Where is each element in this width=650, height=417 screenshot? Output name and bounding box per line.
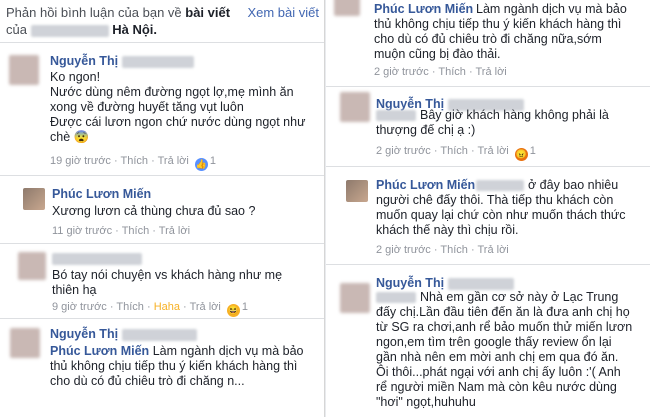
blurred-surname [121,55,194,68]
divider [0,42,324,43]
reply-button[interactable]: Trả lời [477,145,508,157]
reply-button[interactable]: Trả lời [475,66,506,78]
like-button[interactable]: Thích [122,225,150,237]
like-button[interactable]: Thích [440,145,468,157]
comment-text: Phúc Lươn Miến Làm ngành dịch vụ mà bảo … [50,344,304,388]
location-name: Hà Nội. [112,22,158,37]
timestamp[interactable]: 19 giờ trước [50,155,111,167]
mentioned-page[interactable]: Phúc Lươn Miến [50,344,149,358]
comment-meta: 2 giờ trước · Thích · Trả lời [374,66,507,78]
like-button[interactable]: Thích [116,301,144,313]
blurred-page-name [30,24,109,37]
timestamp[interactable]: 2 giờ trước [374,66,429,78]
like-reaction-icon[interactable]: 👍 [194,158,208,171]
post-link[interactable]: bài viết [185,5,230,20]
comment-meta: 11 giờ trước · Thích · Trả lời [52,225,191,237]
commenter-name[interactable]: Phúc Lươn Miến [52,187,151,201]
blurred-mention [376,292,416,304]
timestamp[interactable]: 9 giờ trước [52,301,107,313]
timestamp[interactable]: 2 giờ trước [376,244,431,256]
timestamp[interactable]: 11 giờ trước [52,225,112,237]
commenter-name[interactable]: Nguyễn Thị [50,327,197,341]
comment-text: Xương lươn cả thùng chưa đủ sao ? [52,204,256,218]
avatar[interactable] [334,0,360,16]
comment-meta: 19 giờ trước · Thích · Trả lời 👍 1 [50,155,217,171]
like-button[interactable]: Thích [121,155,149,167]
see-post-link[interactable]: Xem bài viết [247,4,319,21]
blurred-surname [121,328,197,341]
comment-text-cont: thủ không chịu tiếp thu ý kiến khách hàn… [374,17,622,61]
avatar[interactable] [340,283,370,313]
comment-text: Bây giờ khách hàng không phải là thượng … [376,108,609,137]
avatar[interactable] [18,252,46,280]
like-button[interactable]: Thích [438,66,466,78]
header-prefix: Phản hồi bình luận của bạn về [6,5,182,20]
comment-text: Làm ngành dịch vụ mà bảo [476,2,627,16]
header-of: của [6,22,27,37]
blurred-surname [447,277,514,290]
comment-text: Bó tay nói chuyện vs khách hàng như mẹ t… [52,268,283,297]
reaction-count: 1 [529,145,536,157]
avatar[interactable] [9,55,39,85]
divider [326,166,650,167]
divider [326,86,650,87]
commenter-name[interactable] [52,251,142,265]
commenter-name[interactable]: Nguyễn Thị [376,276,514,290]
notification-header: Phản hồi bình luận của bạn về bài viết c… [6,4,321,38]
divider [326,264,650,265]
comment-meta: 2 giờ trước · Thích · Trả lời 😠 1 [376,145,536,161]
left-notification-panel: Phản hồi bình luận của bạn về bài viết c… [0,0,325,417]
divider [0,175,324,176]
reaction-count: 1 [241,301,248,313]
like-button[interactable]: Thích [440,244,468,256]
comment-meta: 2 giờ trước · Thích · Trả lời [376,244,509,256]
blurred-mention [376,110,416,122]
reply-button[interactable]: Trả lời [477,244,508,256]
page-avatar[interactable] [346,180,368,202]
comment-text: Ko ngon! Nước dùng nêm đường ngọt lợ,mẹ … [50,70,306,144]
reply-button[interactable]: Trả lời [190,301,221,313]
comment-meta: 9 giờ trước · Thích · Haha · Trả lời 😆 1 [52,301,248,317]
blurred-name [52,252,142,265]
comment-text: Nhà em gần cơ sở này ở Lạc Trung đấy chị… [376,290,633,409]
avatar[interactable] [340,92,370,122]
page-avatar[interactable] [23,188,45,210]
angry-reaction-icon[interactable]: 😠 [514,148,528,161]
right-comments-panel: Phúc Lươn Miến Làm ngành dịch vụ mà bảo … [326,0,650,417]
haha-reaction-label[interactable]: Haha [154,301,180,313]
blurred-mention [476,180,524,192]
haha-reaction-icon[interactable]: 😆 [226,304,240,317]
avatar[interactable] [10,328,40,358]
reply-button[interactable]: Trả lời [158,155,189,167]
commenter-name[interactable]: Nguyễn Thị [50,54,194,68]
reaction-count: 1 [209,155,217,167]
timestamp[interactable]: 2 giờ trước [376,145,431,157]
reply-button[interactable]: Trả lời [159,225,190,237]
divider [0,318,324,319]
divider [0,243,324,244]
comment-text: ở đây bao nhiêu người chê đấy thôi. Thà … [376,178,626,237]
